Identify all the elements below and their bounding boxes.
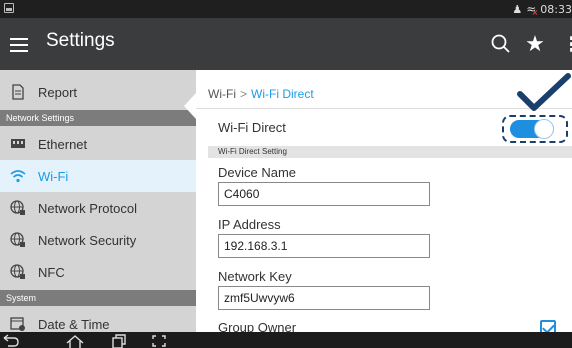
globe-icon — [10, 264, 26, 280]
screenshot-icon[interactable] — [148, 334, 170, 348]
sidebar-item-report[interactable]: Report — [0, 76, 196, 108]
recents-icon[interactable] — [106, 334, 128, 348]
app-bar: Settings ★ ⋮ — [0, 18, 572, 75]
back-icon[interactable] — [0, 334, 22, 348]
breadcrumb-separator: > — [239, 87, 247, 101]
toggle-knob — [534, 119, 554, 139]
sidebar-item-label: NFC — [38, 264, 65, 280]
sidebar-item-network-security[interactable]: Network Security — [0, 224, 196, 256]
wifi-direct-toggle[interactable] — [510, 119, 554, 139]
ip-address-field[interactable]: 192.168.3.1 — [218, 234, 430, 258]
wifi-icon — [10, 168, 26, 184]
sidebar: Report Network Settings Ethernet Wi-Fi N… — [0, 70, 196, 332]
network-key-label: Network Key — [218, 269, 292, 284]
navigation-bar — [0, 332, 572, 348]
home-icon[interactable] — [64, 334, 86, 348]
wifi-off-icon: ≈ × — [526, 2, 539, 17]
status-icons: ♟ ≈ × 08:33 — [512, 2, 572, 17]
person-icon: ♟ — [512, 2, 523, 16]
sidebar-item-label: Ethernet — [38, 136, 88, 152]
breadcrumb-current: Wi-Fi Direct — [251, 87, 314, 101]
sidebar-section-network: Network Settings — [0, 110, 196, 126]
page-title: Settings — [46, 30, 115, 51]
group-owner-label: Group Owner — [218, 320, 297, 332]
screen-icon — [4, 3, 14, 13]
active-indicator — [184, 93, 196, 119]
device-name-label: Device Name — [218, 165, 297, 180]
sidebar-item-label: Report — [38, 84, 78, 100]
group-owner-checkbox[interactable] — [540, 320, 556, 332]
ip-address-label: IP Address — [218, 217, 281, 232]
section-header: Wi-Fi Direct Setting — [208, 146, 572, 158]
status-time: 08:33 — [540, 2, 572, 16]
sidebar-item-wifi[interactable]: Wi-Fi — [0, 160, 196, 192]
more-vertical-icon[interactable]: ⋮ — [562, 32, 572, 56]
sidebar-item-date-time[interactable]: Date & Time — [0, 308, 196, 332]
sidebar-item-label: Network Protocol — [38, 200, 137, 216]
status-bar: ♟ ≈ × 08:33 — [0, 0, 572, 18]
star-icon[interactable]: ★ — [522, 32, 548, 57]
network-key-field[interactable]: zmf5Uwvyw6 — [218, 286, 430, 310]
sidebar-item-ethernet[interactable]: Ethernet — [0, 128, 196, 160]
sidebar-item-network-protocol[interactable]: Network Protocol — [0, 192, 196, 224]
sidebar-item-nfc[interactable]: NFC — [0, 256, 196, 288]
device-name-field[interactable]: C4060 — [218, 182, 430, 206]
search-icon[interactable] — [486, 29, 516, 59]
ethernet-icon — [10, 136, 26, 152]
sidebar-item-label: Network Security — [38, 232, 137, 248]
sidebar-item-label: Date & Time — [38, 316, 110, 332]
sidebar-section-system: System — [0, 290, 196, 306]
sidebar-item-label: Wi-Fi — [38, 168, 69, 184]
report-icon — [10, 84, 26, 100]
main-content: Wi-Fi > Wi-Fi Direct Wi-Fi Direct Wi-Fi Di… — [196, 70, 572, 332]
menu-icon[interactable] — [10, 38, 28, 52]
checkmark-icon — [517, 73, 571, 111]
calendar-icon — [10, 316, 26, 332]
wifi-direct-label: Wi-Fi Direct — [218, 120, 286, 135]
breadcrumb: Wi-Fi > Wi-Fi Direct — [208, 87, 314, 101]
globe-icon — [10, 232, 26, 248]
globe-icon — [10, 200, 26, 216]
breadcrumb-parent[interactable]: Wi-Fi — [208, 87, 236, 101]
